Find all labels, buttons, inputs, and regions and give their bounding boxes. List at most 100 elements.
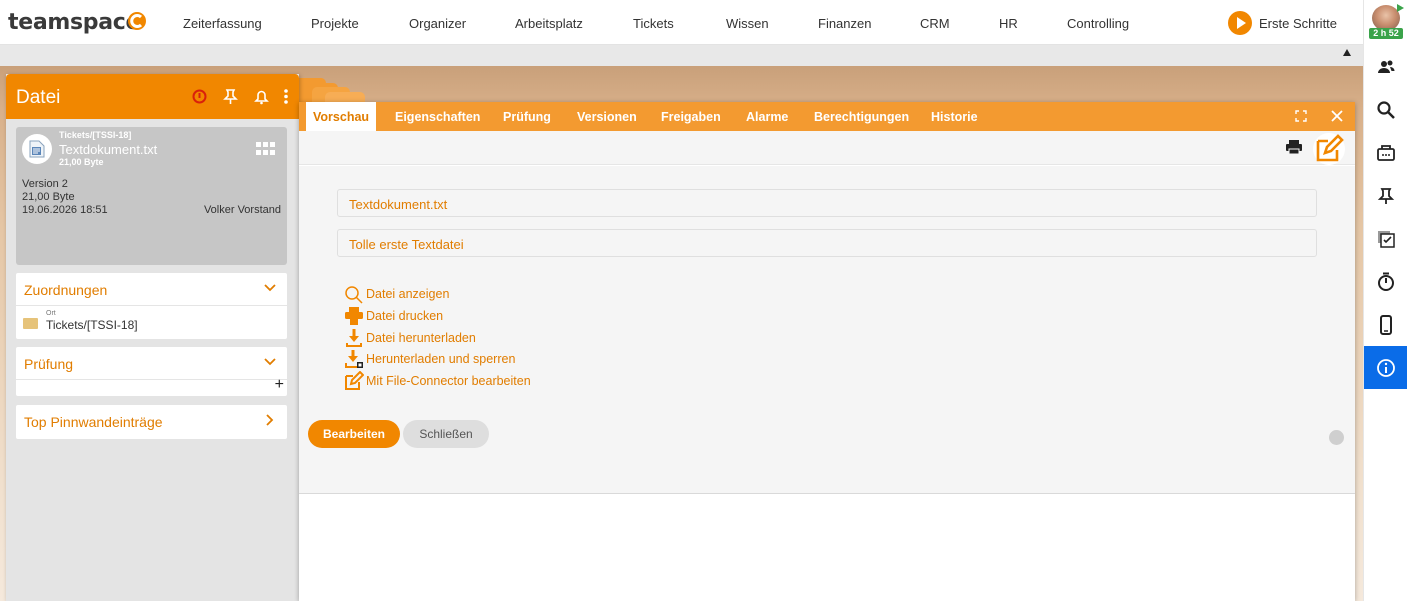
tab-berechtigungen[interactable]: Berechtigungen — [814, 110, 909, 124]
tasks-button[interactable] — [1364, 217, 1407, 260]
file-name-field[interactable]: Textdokument.txt — [337, 189, 1317, 217]
bearbeiten-button[interactable]: Bearbeiten — [308, 420, 400, 448]
timer-running-icon — [1397, 4, 1404, 12]
timer-badge[interactable]: 2 h 52 — [1369, 28, 1403, 39]
inbox-button[interactable] — [1364, 131, 1407, 174]
file-panel: Datei Tickets/[TSSI-18] Textdokument.txt… — [6, 74, 299, 601]
nav-projekte[interactable]: Projekte — [311, 16, 359, 31]
search-button[interactable] — [1364, 88, 1407, 131]
file-card[interactable]: Tickets/[TSSI-18] Textdokument.txt 21,00… — [16, 127, 287, 265]
printer-icon — [345, 307, 363, 325]
mobile-button[interactable] — [1364, 303, 1407, 346]
view-file-label: Datei anzeigen — [366, 287, 450, 301]
pinboard-button[interactable] — [1364, 174, 1407, 217]
user-icon — [1329, 430, 1344, 445]
add-review-button[interactable]: + — [275, 377, 284, 393]
download-lock-label: Herunterladen und sperren — [366, 352, 516, 366]
location-value: Tickets/[TSSI-18] — [46, 318, 138, 332]
chevron-down-icon — [264, 358, 276, 366]
nav-crm[interactable]: CRM — [920, 16, 950, 31]
stopwatch-icon — [1378, 272, 1394, 291]
chevron-right-icon — [266, 414, 274, 426]
schliessen-button[interactable]: Schließen — [403, 420, 489, 448]
pinnwand-header[interactable]: Top Pinnwandeinträge — [16, 405, 287, 438]
download-icon — [346, 329, 362, 347]
tab-eigenschaften[interactable]: Eigenschaften — [395, 110, 480, 124]
file-size: 21,00 Byte — [59, 157, 104, 167]
pin-icon — [1377, 187, 1395, 204]
nav-organizer[interactable]: Organizer — [409, 16, 466, 31]
download-lock-icon — [345, 350, 363, 368]
nav-controlling[interactable]: Controlling — [1067, 16, 1129, 31]
zuordnungen-header[interactable]: Zuordnungen — [16, 273, 287, 306]
pinnwand-section: Top Pinnwandeinträge — [16, 405, 287, 439]
edit-button[interactable] — [1313, 133, 1345, 165]
apps-grid-icon[interactable] — [256, 142, 275, 156]
dialog-toolbar — [299, 131, 1355, 165]
nav-zeiterfassung[interactable]: Zeiterfassung — [183, 16, 262, 31]
logo-icon — [128, 12, 146, 30]
print-file-label: Datei drucken — [366, 309, 444, 323]
pin-icon[interactable] — [221, 87, 240, 106]
close-icon[interactable] — [1330, 109, 1344, 123]
file-name: Textdokument.txt — [59, 142, 158, 157]
contacts-button[interactable] — [1364, 45, 1407, 88]
file-dialog: Vorschau Eigenschaften Prüfung Versionen… — [299, 102, 1355, 601]
download-file-link[interactable]: Datei herunterladen — [344, 329, 476, 347]
preview-body: Textdokument.txt Tolle erste Textdatei D… — [299, 166, 1355, 494]
file-panel-title: Datei — [16, 87, 61, 108]
printer-icon[interactable] — [1285, 139, 1303, 155]
collapse-banner — [0, 45, 1363, 66]
tab-vorschau[interactable]: Vorschau — [306, 102, 377, 131]
edit-icon — [345, 371, 364, 390]
info-icon — [1377, 358, 1395, 377]
maximize-icon[interactable] — [1295, 110, 1307, 122]
tab-historie[interactable]: Historie — [931, 110, 978, 124]
file-date: 19.06.2026 18:51 — [22, 204, 108, 216]
file-connector-link[interactable]: Mit File-Connector bearbeiten — [344, 371, 531, 390]
location-label: Ort — [46, 310, 56, 317]
getting-started-label: Erste Schritte — [1259, 15, 1338, 31]
nav-tickets[interactable]: Tickets — [633, 16, 674, 31]
file-size-detail: 21,00 Byte — [22, 191, 75, 203]
bell-icon[interactable] — [252, 87, 271, 106]
pruefung-title: Prüfung — [24, 356, 74, 372]
info-button[interactable] — [1364, 346, 1407, 389]
tab-versionen[interactable]: Versionen — [577, 110, 637, 124]
play-icon — [1228, 11, 1252, 35]
nav-finanzen[interactable]: Finanzen — [818, 16, 871, 31]
nav-hr[interactable]: HR — [999, 16, 1018, 31]
tab-pruefung[interactable]: Prüfung — [503, 110, 551, 124]
file-breadcrumb[interactable]: Tickets/[TSSI-18] — [59, 130, 131, 140]
location-row[interactable]: Ort Tickets/[TSSI-18] — [16, 306, 287, 338]
file-connector-label: Mit File-Connector bearbeiten — [366, 374, 531, 388]
file-description-field[interactable]: Tolle erste Textdatei — [337, 229, 1317, 257]
magnifier-icon — [345, 286, 363, 304]
tab-alarme[interactable]: Alarme — [746, 110, 788, 124]
app-logo[interactable]: teamspace — [8, 10, 140, 35]
tab-freigaben[interactable]: Freigaben — [661, 110, 721, 124]
dialog-tab-bar: Vorschau Eigenschaften Prüfung Versionen… — [299, 102, 1355, 131]
right-sidebar: 2 h 52 — [1363, 0, 1407, 601]
file-panel-header: Datei — [6, 74, 299, 119]
folder-icon — [23, 318, 38, 329]
print-file-link[interactable]: Datei drucken — [344, 307, 443, 325]
collapse-arrow-icon[interactable] — [1343, 49, 1351, 56]
pinnwand-title: Top Pinnwandeinträge — [24, 414, 163, 430]
download-lock-link[interactable]: Herunterladen und sperren — [344, 350, 515, 368]
zuordnungen-section: Zuordnungen Ort Tickets/[TSSI-18] — [16, 273, 287, 339]
edit-icon — [1316, 134, 1344, 162]
nav-wissen[interactable]: Wissen — [726, 16, 769, 31]
inbox-icon — [1377, 144, 1395, 161]
contacts-icon — [1378, 60, 1395, 73]
more-icon[interactable] — [283, 87, 289, 106]
time-tracking-button[interactable] — [1364, 260, 1407, 303]
zuordnungen-title: Zuordnungen — [24, 282, 108, 298]
mobile-icon — [1380, 314, 1392, 335]
nav-arbeitsplatz[interactable]: Arbeitsplatz — [515, 16, 583, 31]
search-icon — [1377, 100, 1395, 119]
getting-started-link[interactable]: Erste Schritte — [1228, 11, 1337, 35]
view-file-link[interactable]: Datei anzeigen — [344, 285, 450, 304]
alarm-icon[interactable] — [190, 87, 209, 106]
pruefung-header[interactable]: Prüfung — [16, 347, 287, 380]
